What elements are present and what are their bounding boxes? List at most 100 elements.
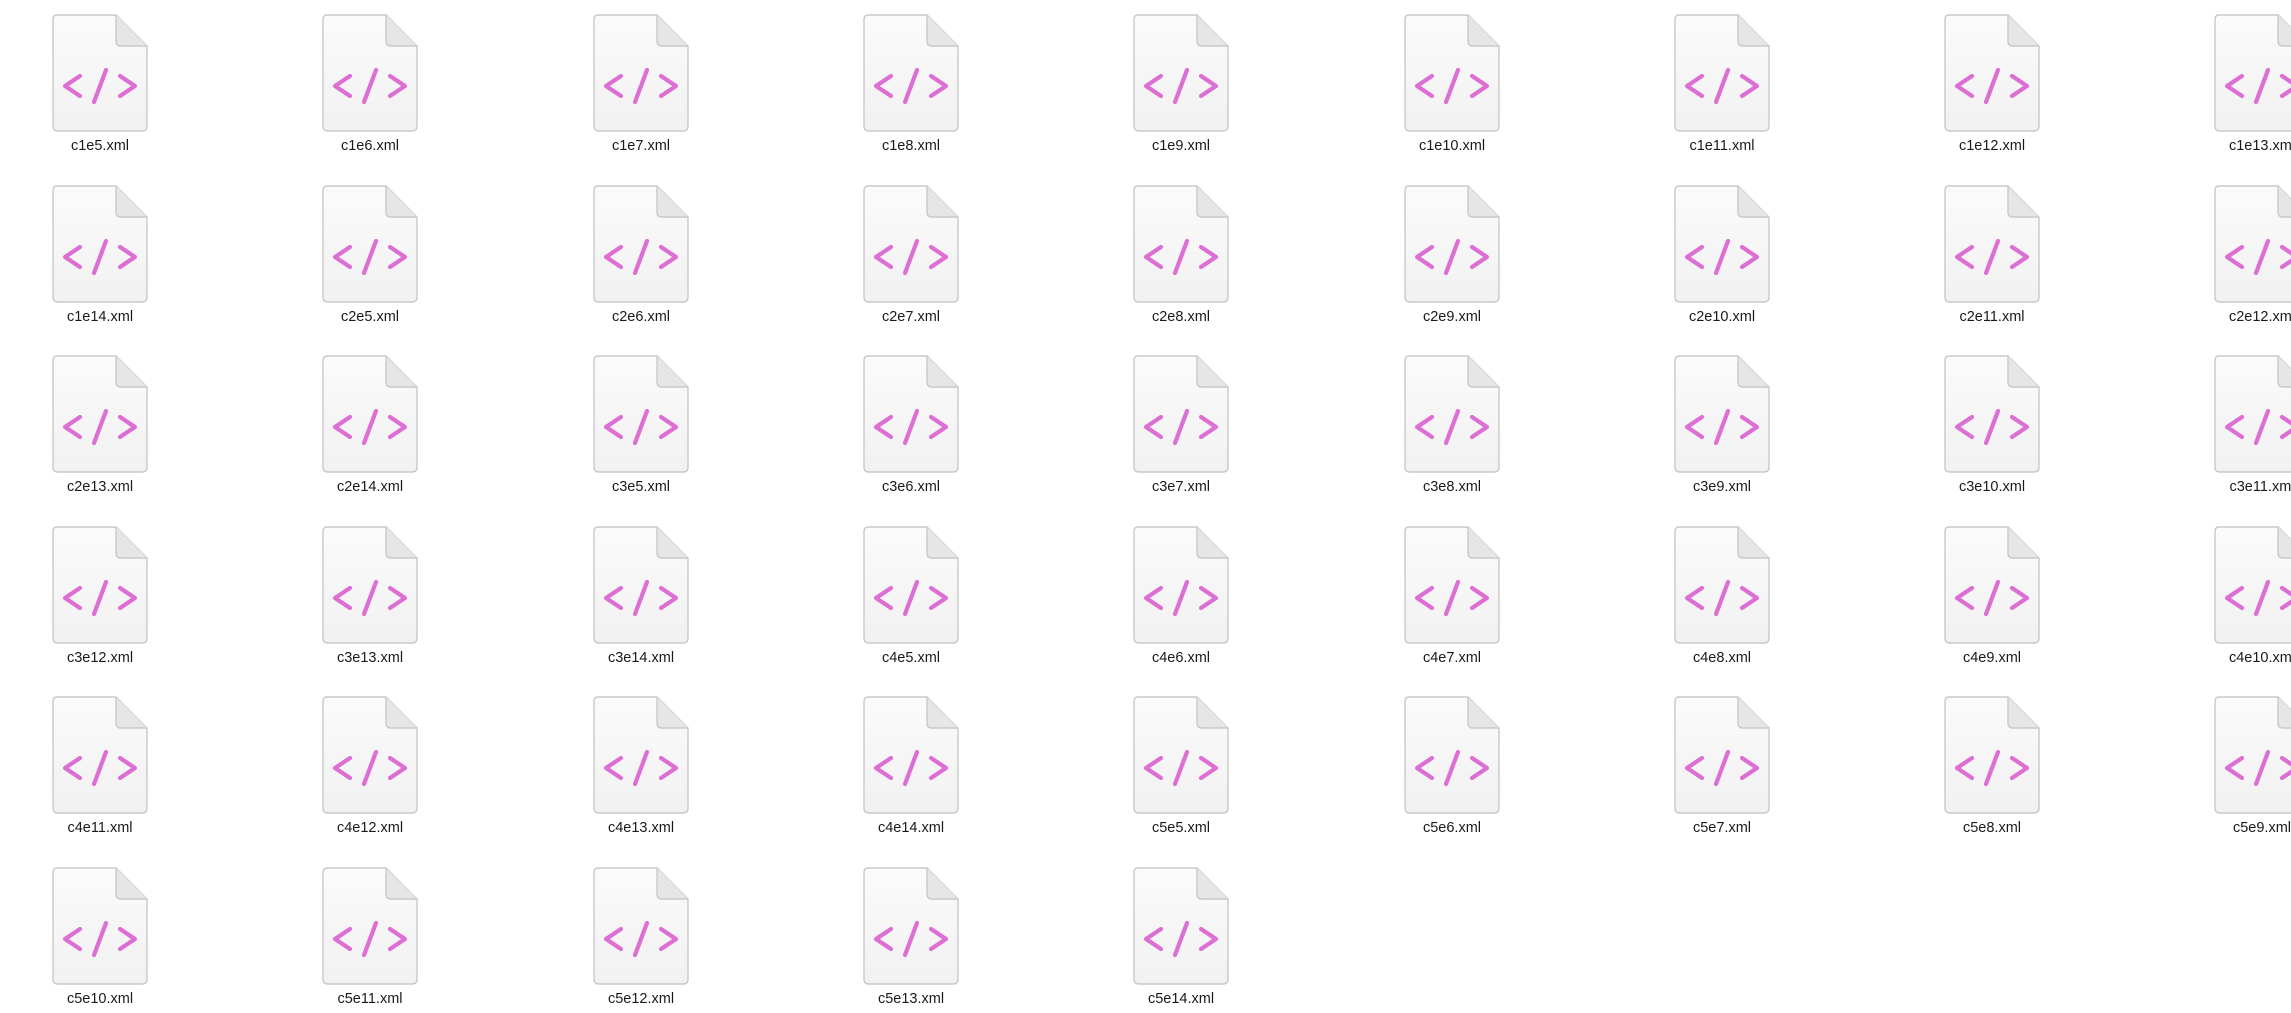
file-name: c2e14.xml bbox=[336, 479, 404, 495]
file-item[interactable]: c2e7.xml bbox=[811, 171, 1011, 331]
file-item[interactable]: c2e8.xml bbox=[1081, 171, 1281, 331]
file-item[interactable]: c5e10.xml bbox=[0, 853, 200, 1013]
xml-file-icon bbox=[322, 696, 418, 814]
file-name: c5e8.xml bbox=[1962, 820, 2022, 836]
xml-file-icon bbox=[1404, 185, 1500, 303]
xml-file-icon bbox=[593, 696, 689, 814]
xml-file-icon bbox=[1944, 355, 2040, 473]
xml-file-icon bbox=[863, 696, 959, 814]
file-item[interactable]: c1e10.xml bbox=[1352, 0, 1552, 160]
xml-file-icon bbox=[1944, 14, 2040, 132]
file-item[interactable]: c2e14.xml bbox=[270, 341, 470, 501]
file-name: c5e7.xml bbox=[1692, 820, 1752, 836]
file-name: c3e5.xml bbox=[611, 479, 671, 495]
file-item[interactable]: c2e12.xml bbox=[2162, 171, 2291, 331]
file-item[interactable]: c5e8.xml bbox=[1892, 682, 2092, 842]
file-name: c3e12.xml bbox=[66, 650, 134, 666]
file-item[interactable]: c4e9.xml bbox=[1892, 512, 2092, 672]
file-item[interactable]: c1e6.xml bbox=[270, 0, 470, 160]
xml-file-icon bbox=[593, 185, 689, 303]
file-item[interactable]: c2e6.xml bbox=[541, 171, 741, 331]
xml-file-icon bbox=[322, 355, 418, 473]
xml-file-icon bbox=[1404, 526, 1500, 644]
file-item[interactable]: c4e12.xml bbox=[270, 682, 470, 842]
file-item[interactable]: c5e13.xml bbox=[811, 853, 1011, 1013]
file-name: c4e5.xml bbox=[881, 650, 941, 666]
xml-file-icon bbox=[863, 526, 959, 644]
file-name: c5e11.xml bbox=[337, 991, 403, 1007]
file-item[interactable]: c1e12.xml bbox=[1892, 0, 2092, 160]
file-name: c3e10.xml bbox=[1958, 479, 2026, 495]
file-item[interactable]: c5e7.xml bbox=[1622, 682, 1822, 842]
file-name: c2e5.xml bbox=[340, 309, 400, 325]
file-item[interactable]: c2e9.xml bbox=[1352, 171, 1552, 331]
xml-file-icon bbox=[1674, 185, 1770, 303]
file-item[interactable]: c3e9.xml bbox=[1622, 341, 1822, 501]
xml-file-icon bbox=[1674, 355, 1770, 473]
file-item[interactable]: c1e8.xml bbox=[811, 0, 1011, 160]
file-name: c2e6.xml bbox=[611, 309, 671, 325]
file-item[interactable]: c3e11.xml bbox=[2162, 341, 2291, 501]
file-item[interactable]: c4e5.xml bbox=[811, 512, 1011, 672]
xml-file-icon bbox=[1404, 14, 1500, 132]
file-item[interactable]: c3e12.xml bbox=[0, 512, 200, 672]
file-name: c1e10.xml bbox=[1418, 138, 1486, 154]
xml-file-icon bbox=[593, 355, 689, 473]
file-item[interactable]: c5e14.xml bbox=[1081, 853, 1281, 1013]
file-item[interactable]: c4e14.xml bbox=[811, 682, 1011, 842]
file-item[interactable]: c4e13.xml bbox=[541, 682, 741, 842]
xml-file-icon bbox=[863, 867, 959, 985]
file-item[interactable]: c3e6.xml bbox=[811, 341, 1011, 501]
file-item[interactable]: c4e11.xml bbox=[0, 682, 200, 842]
file-item[interactable]: c5e12.xml bbox=[541, 853, 741, 1013]
file-name: c3e9.xml bbox=[1692, 479, 1752, 495]
file-item[interactable]: c1e11.xml bbox=[1622, 0, 1822, 160]
xml-file-icon bbox=[1944, 696, 2040, 814]
file-item[interactable]: c4e6.xml bbox=[1081, 512, 1281, 672]
file-item[interactable]: c1e7.xml bbox=[541, 0, 741, 160]
file-item[interactable]: c2e10.xml bbox=[1622, 171, 1822, 331]
file-name: c2e11.xml bbox=[1959, 309, 2025, 325]
file-item[interactable]: c4e7.xml bbox=[1352, 512, 1552, 672]
file-name: c4e14.xml bbox=[877, 820, 945, 836]
xml-file-icon bbox=[1674, 696, 1770, 814]
file-item[interactable]: c3e10.xml bbox=[1892, 341, 2092, 501]
file-item[interactable]: c2e5.xml bbox=[270, 171, 470, 331]
file-name: c1e13.xml bbox=[2228, 138, 2291, 154]
xml-file-icon bbox=[1133, 867, 1229, 985]
file-item[interactable]: c1e9.xml bbox=[1081, 0, 1281, 160]
file-item[interactable]: c5e11.xml bbox=[270, 853, 470, 1013]
file-name: c4e10.xml bbox=[2228, 650, 2291, 666]
xml-file-icon bbox=[593, 867, 689, 985]
file-name: c1e9.xml bbox=[1151, 138, 1211, 154]
file-item[interactable]: c5e5.xml bbox=[1081, 682, 1281, 842]
file-item[interactable]: c1e5.xml bbox=[0, 0, 200, 160]
file-item[interactable]: c2e11.xml bbox=[1892, 171, 2092, 331]
file-name: c4e13.xml bbox=[607, 820, 675, 836]
file-grid: c1e5.xml c1e6.xml c1e7.xml c1e8.xml c1e9… bbox=[0, 0, 2291, 1007]
xml-file-icon bbox=[52, 526, 148, 644]
file-item[interactable]: c5e6.xml bbox=[1352, 682, 1552, 842]
file-name: c1e5.xml bbox=[70, 138, 130, 154]
xml-file-icon bbox=[322, 867, 418, 985]
xml-file-icon bbox=[2214, 14, 2291, 132]
file-name: c4e9.xml bbox=[1962, 650, 2022, 666]
file-item[interactable]: c1e13.xml bbox=[2162, 0, 2291, 160]
file-item[interactable]: c2e13.xml bbox=[0, 341, 200, 501]
file-item[interactable]: c4e10.xml bbox=[2162, 512, 2291, 672]
file-item[interactable]: c3e7.xml bbox=[1081, 341, 1281, 501]
file-item[interactable]: c5e9.xml bbox=[2162, 682, 2291, 842]
file-item[interactable]: c3e14.xml bbox=[541, 512, 741, 672]
file-item[interactable]: c3e5.xml bbox=[541, 341, 741, 501]
xml-file-icon bbox=[1133, 526, 1229, 644]
file-item[interactable]: c3e8.xml bbox=[1352, 341, 1552, 501]
xml-file-icon bbox=[2214, 185, 2291, 303]
xml-file-icon bbox=[52, 355, 148, 473]
xml-file-icon bbox=[2214, 526, 2291, 644]
file-name: c4e8.xml bbox=[1692, 650, 1752, 666]
file-item[interactable]: c4e8.xml bbox=[1622, 512, 1822, 672]
file-item[interactable]: c3e13.xml bbox=[270, 512, 470, 672]
file-name: c4e7.xml bbox=[1422, 650, 1482, 666]
xml-file-icon bbox=[322, 14, 418, 132]
file-item[interactable]: c1e14.xml bbox=[0, 171, 200, 331]
